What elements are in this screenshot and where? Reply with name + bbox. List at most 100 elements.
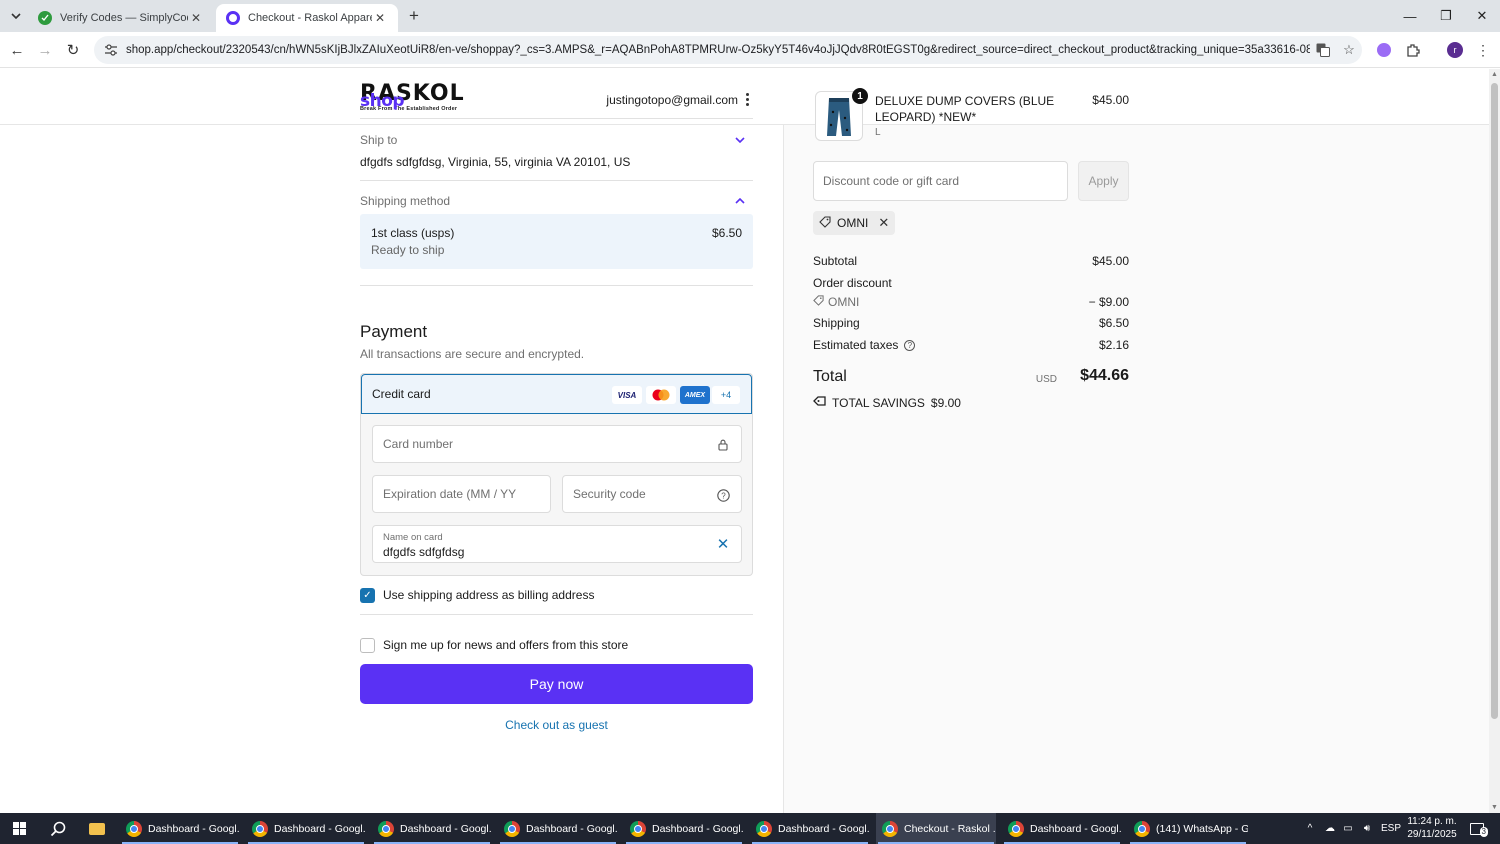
volume-icon[interactable]: 🔊︎ — [1358, 813, 1376, 844]
scroll-down-icon[interactable]: ▼ — [1491, 804, 1498, 811]
expiry-field[interactable] — [372, 475, 551, 513]
billing-same-option[interactable]: ✓ Use shipping address as billing addres… — [360, 587, 594, 603]
scroll-up-icon[interactable]: ▲ — [1491, 71, 1498, 78]
taskbar-item[interactable]: Dashboard - Googl... — [498, 813, 618, 844]
shop-pay-header: shop justingotopo@gmail.com — [360, 89, 753, 119]
taskbar-item-active[interactable]: Checkout - Raskol ... — [876, 813, 996, 844]
card-number-field[interactable] — [372, 425, 742, 463]
remove-discount-icon[interactable]: ✕ — [878, 215, 889, 231]
shop-logo: shop — [360, 91, 405, 111]
minimize-icon[interactable]: — — [1392, 4, 1428, 28]
chrome-icon — [630, 820, 646, 837]
back-icon[interactable]: ← — [5, 38, 29, 62]
shipping-option[interactable]: 1st class (usps) Ready to ship $6.50 — [360, 214, 753, 269]
simplycodes-favicon-icon — [38, 11, 52, 25]
taxes-value: $2.16 — [1098, 338, 1129, 352]
apply-discount-button[interactable]: Apply — [1078, 161, 1129, 201]
new-tab-icon[interactable]: + — [404, 6, 424, 26]
tab-checkout[interactable]: Checkout - Raskol Apparel ✕ — [216, 4, 398, 32]
scrollbar-thumb[interactable] — [1491, 83, 1498, 719]
chrome-icon — [882, 820, 898, 837]
name-on-card-value[interactable]: dfgdfs sdfgfdsg — [383, 545, 464, 559]
discount-input[interactable] — [814, 162, 1067, 200]
shipping-option-name: 1st class (usps) — [371, 226, 455, 240]
close-window-icon[interactable]: ✕ — [1464, 4, 1500, 28]
pay-now-button[interactable]: Pay now — [360, 664, 753, 704]
chevron-down-icon[interactable] — [733, 133, 747, 147]
taskbar-item[interactable]: Dashboard - Googl... — [1002, 813, 1122, 844]
site-info-icon[interactable] — [98, 40, 124, 60]
clear-field-icon[interactable]: ✕ — [715, 536, 731, 553]
taskbar-search-icon[interactable] — [44, 813, 72, 844]
newsletter-label: Sign me up for news and offers from this… — [383, 638, 629, 652]
browser-menu-icon[interactable]: ⋮ — [1471, 38, 1495, 62]
tray-chevron-icon[interactable]: ^ — [1302, 813, 1318, 844]
shipping-option-price: $6.50 — [711, 226, 742, 240]
taskbar-item[interactable]: Dashboard - Googl... — [120, 813, 240, 844]
clock-time: 11:24 p. m. — [1407, 816, 1457, 827]
total-label: Total — [813, 368, 847, 385]
newsletter-checkbox[interactable] — [360, 637, 375, 653]
shipping-method-label: Shipping method — [360, 194, 451, 208]
tab-simplycodes[interactable]: Verify Codes — SimplyCodes ✕ — [28, 4, 214, 32]
restore-icon[interactable]: ❐ — [1428, 4, 1464, 28]
taskbar-item[interactable]: Dashboard - Googl... — [624, 813, 744, 844]
newsletter-option[interactable]: Sign me up for news and offers from this… — [360, 637, 628, 653]
tab-search-icon[interactable] — [6, 6, 26, 26]
help-icon[interactable]: ? — [715, 487, 731, 503]
bookmark-star-icon[interactable]: ☆ — [1336, 40, 1362, 60]
expiry-input[interactable] — [373, 476, 550, 512]
total-savings: TOTAL SAVINGS $9.00 — [813, 395, 961, 410]
product-price: $45.00 — [1092, 93, 1129, 107]
taskbar-clock[interactable]: 11:24 p. m. 29/11/2025 — [1404, 815, 1460, 841]
taxes-label-wrap: Estimated taxes? — [813, 338, 916, 352]
url-text[interactable]: shop.app/checkout/2320543/cn/hWN5sKIjBJl… — [124, 44, 1310, 56]
tag-icon — [813, 395, 826, 410]
taskbar-item-label: Dashboard - Googl... — [1030, 822, 1122, 835]
billing-same-checkbox[interactable]: ✓ — [360, 587, 375, 603]
reload-icon[interactable]: ↻ — [61, 38, 85, 62]
chevron-up-icon[interactable] — [733, 194, 747, 208]
close-tab-icon[interactable]: ✕ — [372, 10, 388, 26]
taskbar-item-label: Dashboard - Googl... — [400, 822, 492, 835]
address-bar[interactable]: shop.app/checkout/2320543/cn/hWN5sKIjBJl… — [94, 36, 1362, 64]
credit-card-label: Credit card — [372, 387, 431, 401]
windows-taskbar: Dashboard - Googl... Dashboard - Googl..… — [0, 813, 1500, 844]
extension-purple-icon[interactable] — [1372, 38, 1396, 62]
account-menu-icon[interactable] — [741, 91, 753, 107]
ship-to-section[interactable]: Ship to dfgdfs sdfgfdsg, Virginia, 55, v… — [360, 128, 753, 181]
onedrive-cloud-icon[interactable]: ☁ — [1322, 813, 1338, 844]
windows-start-icon[interactable] — [4, 813, 34, 844]
profile-avatar-icon[interactable]: r — [1443, 38, 1467, 62]
taskbar-item[interactable]: (141) WhatsApp - G... — [1128, 813, 1248, 844]
credit-card-option[interactable]: Credit card VISA AMEX +4 — [361, 374, 752, 414]
notifications-icon[interactable]: 3 — [1466, 813, 1488, 844]
subtotal-value: $45.00 — [1092, 254, 1129, 268]
clock-date: 29/11/2025 — [1407, 829, 1457, 840]
page-scrollbar[interactable]: ▲ ▼ — [1489, 69, 1500, 813]
network-icon[interactable]: ▭ — [1340, 813, 1356, 844]
taskbar-item[interactable]: Dashboard - Googl... — [246, 813, 366, 844]
taskbar-item[interactable]: Dashboard - Googl... — [750, 813, 870, 844]
name-on-card-field[interactable]: Name on card dfgdfs sdfgfdsg ✕ — [372, 525, 742, 563]
input-language[interactable]: ESP — [1380, 813, 1402, 844]
help-icon[interactable]: ? — [904, 340, 916, 352]
file-explorer-icon[interactable] — [84, 813, 110, 844]
taskbar-item-label: Dashboard - Googl... — [526, 822, 618, 835]
taskbar-item-label: Dashboard - Googl... — [778, 822, 870, 835]
chrome-icon — [504, 820, 520, 837]
forward-icon[interactable]: → — [33, 38, 57, 62]
tag-icon — [819, 215, 831, 231]
shop-favicon-icon — [226, 11, 240, 25]
extensions-puzzle-icon[interactable] — [1401, 38, 1425, 62]
close-tab-icon[interactable]: ✕ — [188, 10, 204, 26]
checkout-as-guest-link[interactable]: Check out as guest — [360, 718, 753, 732]
lock-icon — [715, 437, 731, 453]
security-code-field[interactable]: ? — [562, 475, 742, 513]
discount-field[interactable] — [813, 161, 1068, 201]
card-number-input[interactable] — [373, 426, 741, 462]
taskbar-item[interactable]: Dashboard - Googl... — [372, 813, 492, 844]
tab-title: Checkout - Raskol Apparel — [248, 12, 372, 24]
translate-icon[interactable] — [1310, 40, 1336, 60]
taskbar-item-label: Checkout - Raskol ... — [904, 822, 996, 835]
